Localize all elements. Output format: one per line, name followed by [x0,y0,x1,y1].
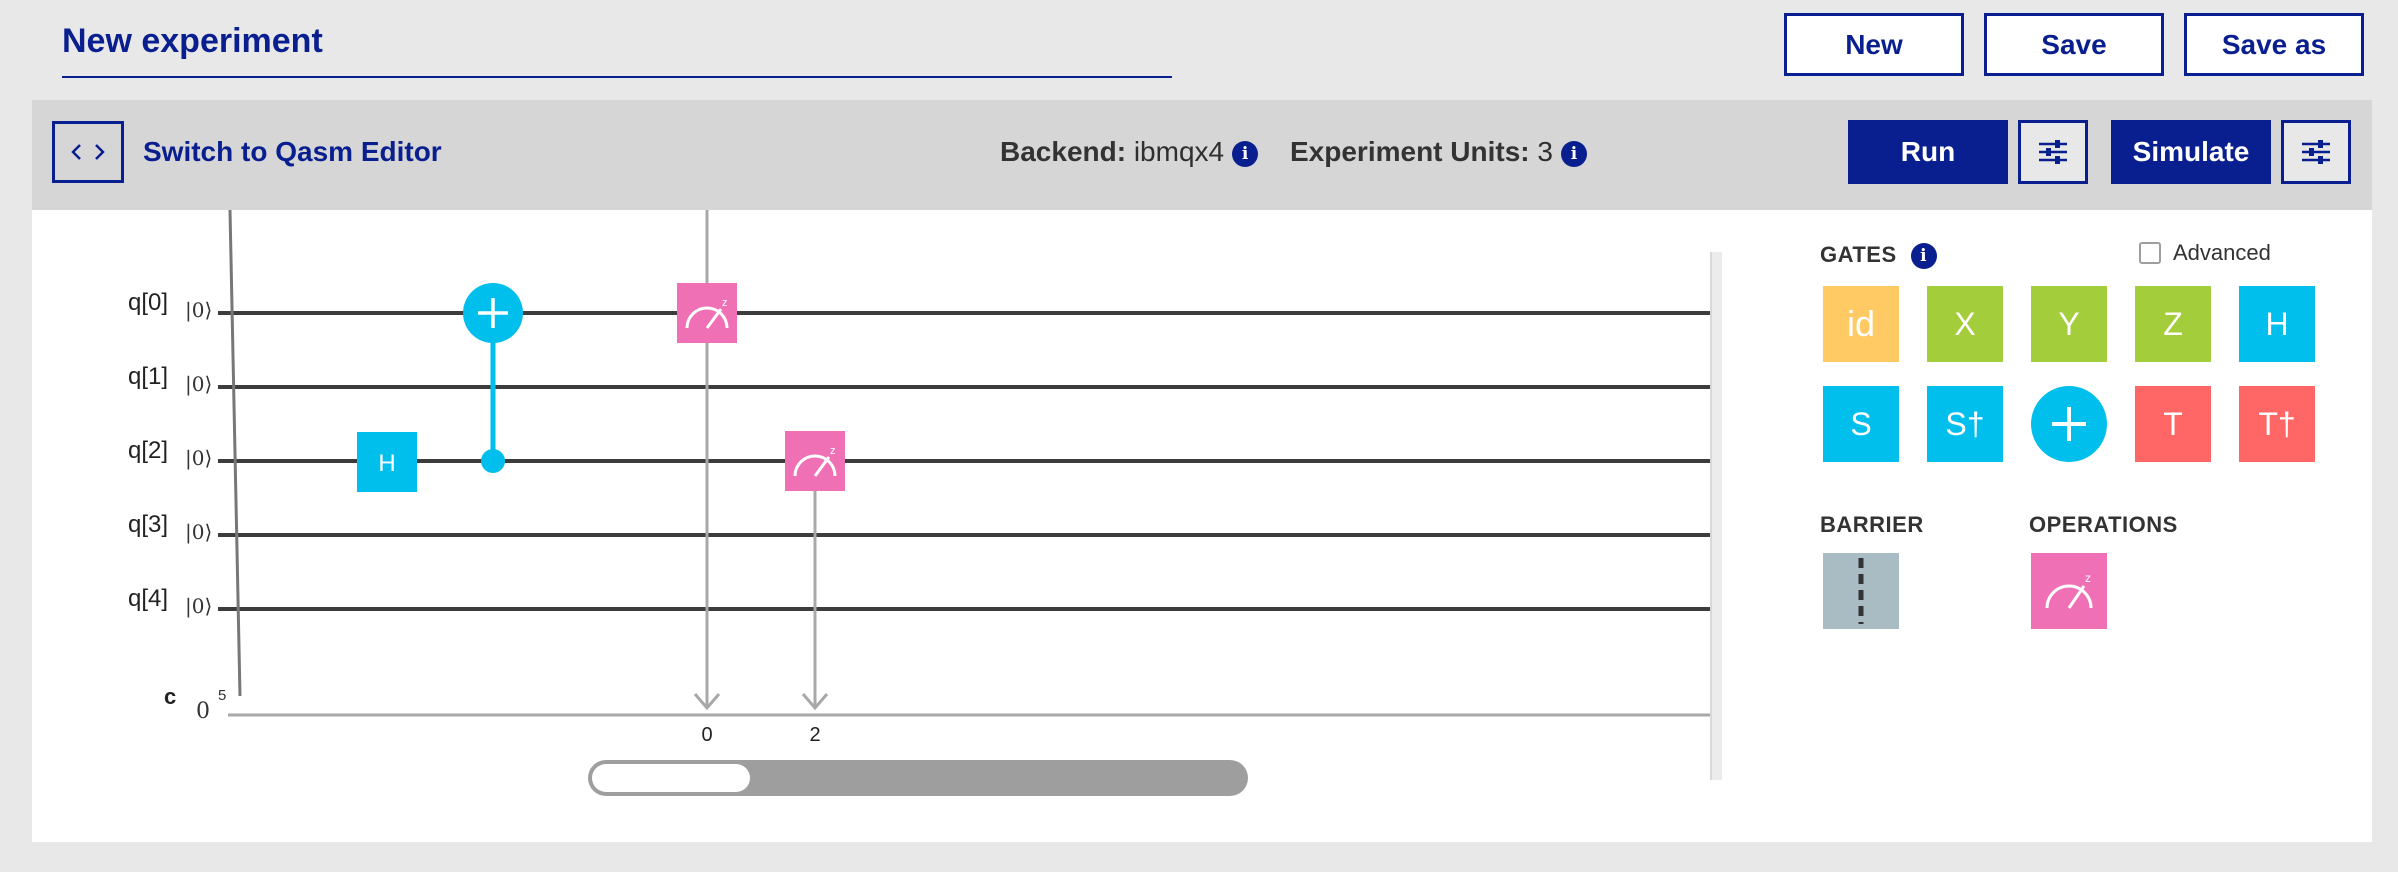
qubit-init-2: |0⟩ [185,446,212,471]
advanced-checkbox[interactable] [2139,242,2161,264]
qubit-init-1: |0⟩ [185,372,212,397]
gate-cnot[interactable] [2031,386,2107,462]
run-button[interactable]: Run [1848,120,2008,184]
gate-z[interactable]: Z [2135,286,2211,362]
gates-section: GATES i [1820,242,1937,270]
qubit-label-4: q[4] [128,585,168,612]
measure-gate-q2[interactable]: z [785,431,845,711]
gate-h[interactable]: H [2239,286,2315,362]
barrier-icon [1858,558,1864,624]
gates-info-icon[interactable]: i [1910,243,1937,270]
units-label: Experiment Units: [1290,136,1530,167]
h-gate-label: H [378,450,395,477]
save-as-button[interactable]: Save as [2184,13,2364,76]
units-info-icon[interactable]: i [1560,140,1587,167]
cnot-plus-icon [2052,407,2086,441]
classical-size: 5 [218,687,226,704]
gate-s[interactable]: S [1823,386,1899,462]
barrier-gate[interactable] [1823,553,1899,629]
circuit-canvas[interactable]: q[0] q[1] q[2] q[3] q[4] |0⟩ |0⟩ |0⟩ |0⟩… [32,210,1752,842]
bus-slash-icon [228,210,242,697]
gate-t-dagger[interactable]: T† [2239,386,2315,462]
gate-t[interactable]: T [2135,386,2211,462]
qubit-init-3: |0⟩ [185,520,212,545]
barrier-heading: BARRIER [1820,512,1924,537]
run-settings-button[interactable] [2018,120,2088,184]
meter-icon: z [2045,571,2093,609]
switch-to-qasm-link[interactable]: Switch to Qasm Editor [143,136,442,168]
gate-x[interactable]: X [1927,286,2003,362]
circuit-end-border [1710,252,1722,780]
gates-heading: GATES [1820,242,1897,267]
scrollbar-thumb[interactable] [592,764,750,792]
cnot-gate[interactable] [463,283,523,473]
gate-y[interactable]: Y [2031,286,2107,362]
code-editor-toggle-button[interactable] [52,121,124,183]
measure-target-label-0: 0 [701,724,712,746]
advanced-label: Advanced [2173,240,2271,265]
gate-s-dagger[interactable]: S† [1927,386,2003,462]
experiment-title-field[interactable]: New experiment [62,14,1172,78]
backend-value: ibmqx4 [1133,136,1225,167]
units-value: 3 [1537,136,1553,167]
qubit-label-1: q[1] [128,363,168,390]
sliders-icon [2039,140,2067,164]
qubit-label-3: q[3] [128,511,168,538]
advanced-toggle[interactable]: Advanced [2139,240,2271,266]
cnot-control-dot [481,449,505,473]
experiment-units-info: Experiment Units: 3i [1290,136,1587,168]
operations-heading: OPERATIONS [2029,512,2178,537]
experiment-title[interactable]: New experiment [62,14,1172,68]
sliders-icon [2302,140,2330,164]
classical-init: 0 [196,699,210,724]
qubit-label-0: q[0] [128,289,168,316]
save-button[interactable]: Save [1984,13,2164,76]
measure-target-label-2: 2 [809,724,820,746]
measure-gate[interactable]: z [2031,553,2107,629]
svg-text:z: z [2085,571,2091,585]
backend-info-icon[interactable]: i [1232,140,1259,167]
backend-label: Backend: [1000,136,1127,167]
circuit-scrollbar[interactable] [588,760,1248,796]
simulate-button[interactable]: Simulate [2111,120,2271,184]
gate-id[interactable]: id [1823,286,1899,362]
qubit-init-4: |0⟩ [185,594,212,619]
simulate-settings-button[interactable] [2281,120,2351,184]
composer-panel: q[0] q[1] q[2] q[3] q[4] |0⟩ |0⟩ |0⟩ |0⟩… [32,210,2372,842]
code-brackets-icon [71,144,105,160]
classical-register-label: c [164,684,176,709]
qubit-init-0: |0⟩ [185,298,212,323]
new-button[interactable]: New [1784,13,1964,76]
backend-info: Backend: ibmqx4 i [1000,136,1259,168]
toolbar: Switch to Qasm Editor Backend: ibmqx4 i E… [32,100,2372,210]
qubit-label-2: q[2] [128,437,168,464]
svg-text:z: z [830,445,836,457]
svg-text:z: z [722,297,728,309]
h-gate[interactable]: H [357,432,417,492]
